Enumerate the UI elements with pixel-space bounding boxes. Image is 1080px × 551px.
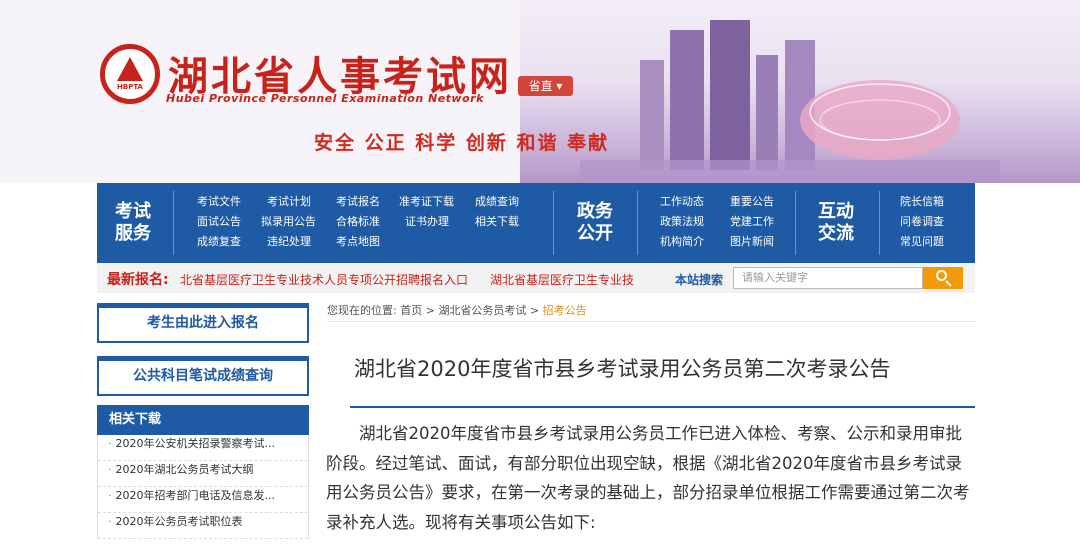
nav-link[interactable]: 重要公告 — [730, 193, 774, 209]
nav-link[interactable]: 考点地图 — [336, 233, 380, 249]
nav-section-title: 互动交流 — [818, 201, 854, 244]
search-icon-handle — [945, 280, 952, 287]
province-dropdown-button[interactable]: 省直 ▾ — [518, 76, 573, 96]
breadcrumb: 您现在的位置: 首页 > 湖北省公务员考试 > 招考公告 — [327, 302, 587, 318]
download-item[interactable]: · 2020年招考部门电话及信息发... — [98, 487, 308, 513]
article-body: 湖北省2020年度省市县乡考试录用公务员工作已进入体检、考察、公示和录用审批阶段… — [326, 424, 970, 532]
nav-section-exam-service[interactable]: 考试服务 — [97, 183, 169, 263]
nav-section-title: 政务公开 — [577, 201, 613, 244]
bullet-icon: · — [108, 463, 112, 476]
caret-down-icon: ▾ — [556, 79, 563, 93]
news-ticker-bar: 最新报名: 北省基层医疗卫生专业技术人员专项公开招聘报名入口 湖北省基层医疗卫生… — [97, 263, 975, 293]
search-icon — [936, 270, 947, 281]
nav-link[interactable]: 常见问题 — [900, 233, 944, 249]
ticker-item-link[interactable]: 湖北省基层医疗卫生专业技 — [490, 271, 640, 288]
exam-service-links: 考试文件 考试计划 考试报名 准考证下载 成绩查询 面试公告 拟录用公告 合格标… — [197, 193, 547, 253]
nav-link[interactable]: 工作动态 — [660, 193, 704, 209]
nav-divider — [637, 191, 638, 255]
province-dropdown-label: 省直 — [528, 79, 553, 93]
nav-link[interactable]: 证书办理 — [405, 213, 449, 229]
nav-link[interactable]: 考试报名 — [336, 193, 380, 209]
bullet-icon: · — [108, 515, 112, 528]
nav-link[interactable]: 准考证下载 — [399, 193, 454, 209]
nav-link[interactable]: 考试文件 — [197, 193, 241, 209]
download-item-label: 2020年公务员考试职位表 — [115, 515, 243, 528]
nav-divider — [879, 191, 880, 255]
download-item[interactable]: · 2020年公安机关招录警察考试... — [98, 435, 308, 461]
site-header: HBPTA 湖北省人事考试网 Hubei Province Personnel … — [0, 0, 1080, 183]
bullet-icon: · — [108, 437, 112, 450]
nav-link[interactable]: 政策法规 — [660, 213, 704, 229]
download-item-label: 2020年湖北公务员考试大纲 — [115, 463, 254, 476]
nav-divider — [795, 191, 796, 255]
register-entry-button[interactable]: 考生由此进入报名 — [97, 303, 309, 343]
ticker-label: 最新报名: — [107, 272, 169, 288]
breadcrumb-divider — [327, 321, 975, 322]
nav-section-title: 考试服务 — [115, 201, 151, 244]
search-label: 本站搜索 — [675, 273, 724, 287]
city-skyline-image — [580, 20, 1000, 183]
nav-link[interactable]: 合格标准 — [336, 213, 380, 229]
nav-section-interaction[interactable]: 互动交流 — [800, 183, 872, 263]
nav-link[interactable]: 拟录用公告 — [261, 213, 316, 229]
title-underline — [350, 406, 975, 408]
government-links: 工作动态 重要公告 政策法规 党建工作 机构简介 图片新闻 — [660, 193, 790, 253]
breadcrumb-prefix: 您现在的位置: — [327, 304, 397, 317]
logo-emblem-text: HBPTA — [117, 83, 143, 91]
downloads-list: · 2020年公安机关招录警察考试... · 2020年湖北公务员考试大纲 · 202… — [97, 435, 309, 539]
search-button[interactable] — [923, 267, 963, 289]
breadcrumb-separator: > — [425, 304, 435, 317]
nav-link[interactable]: 图片新闻 — [730, 233, 774, 249]
ticker-item-link[interactable]: 北省基层医疗卫生专业技术人员专项公开招聘报名入口 — [180, 271, 472, 288]
nav-divider — [553, 191, 554, 255]
site-slogan: 安全 公正 科学 创新 和谐 奉献 — [314, 132, 610, 154]
nav-link[interactable]: 问卷调查 — [900, 213, 944, 229]
search-input[interactable]: 请输入关键字 — [733, 267, 923, 289]
interaction-links: 院长信箱 问卷调查 常见问题 — [900, 193, 970, 253]
article-title: 湖北省2020年度省市县乡考试录用公务员第二次考录公告 — [354, 357, 891, 381]
breadcrumb-separator: > — [529, 304, 540, 317]
nav-link[interactable]: 面试公告 — [197, 213, 241, 229]
site-logo[interactable]: HBPTA 湖北省人事考试网 Hubei Province Personnel … — [100, 44, 520, 114]
nav-link[interactable]: 机构简介 — [660, 233, 704, 249]
logo-emblem: HBPTA — [100, 44, 160, 104]
breadcrumb-home-link[interactable]: 首页 — [400, 304, 422, 317]
score-query-button[interactable]: 公共科目笔试成绩查询 — [97, 356, 309, 396]
nav-section-government[interactable]: 政务公开 — [559, 183, 631, 263]
download-item-label: 2020年招考部门电话及信息发... — [115, 489, 275, 502]
site-subtitle: Hubei Province Personnel Examination Net… — [166, 92, 484, 105]
download-item-label: 2020年公安机关招录警察考试... — [115, 437, 275, 450]
nav-link[interactable]: 相关下载 — [475, 213, 519, 229]
nav-divider — [173, 191, 174, 255]
bullet-icon: · — [108, 489, 112, 502]
breadcrumb-current[interactable]: 招考公告 — [543, 304, 587, 317]
nav-link[interactable]: 党建工作 — [730, 213, 774, 229]
breadcrumb-section-link[interactable]: 湖北省公务员考试 — [438, 304, 526, 317]
nav-link[interactable]: 考试计划 — [267, 193, 311, 209]
download-item[interactable]: · 2020年公务员考试职位表 — [98, 513, 308, 539]
nav-link[interactable]: 院长信箱 — [900, 193, 944, 209]
nav-link[interactable]: 成绩复查 — [197, 233, 241, 249]
main-nav: 考试服务 考试文件 考试计划 考试报名 准考证下载 成绩查询 面试公告 拟录用公… — [97, 183, 975, 263]
downloads-heading: 相关下载 — [97, 405, 309, 435]
download-item[interactable]: · 2020年湖北公务员考试大纲 — [98, 461, 308, 487]
nav-link[interactable]: 成绩查询 — [475, 193, 519, 209]
nav-link[interactable]: 违纪处理 — [267, 233, 311, 249]
